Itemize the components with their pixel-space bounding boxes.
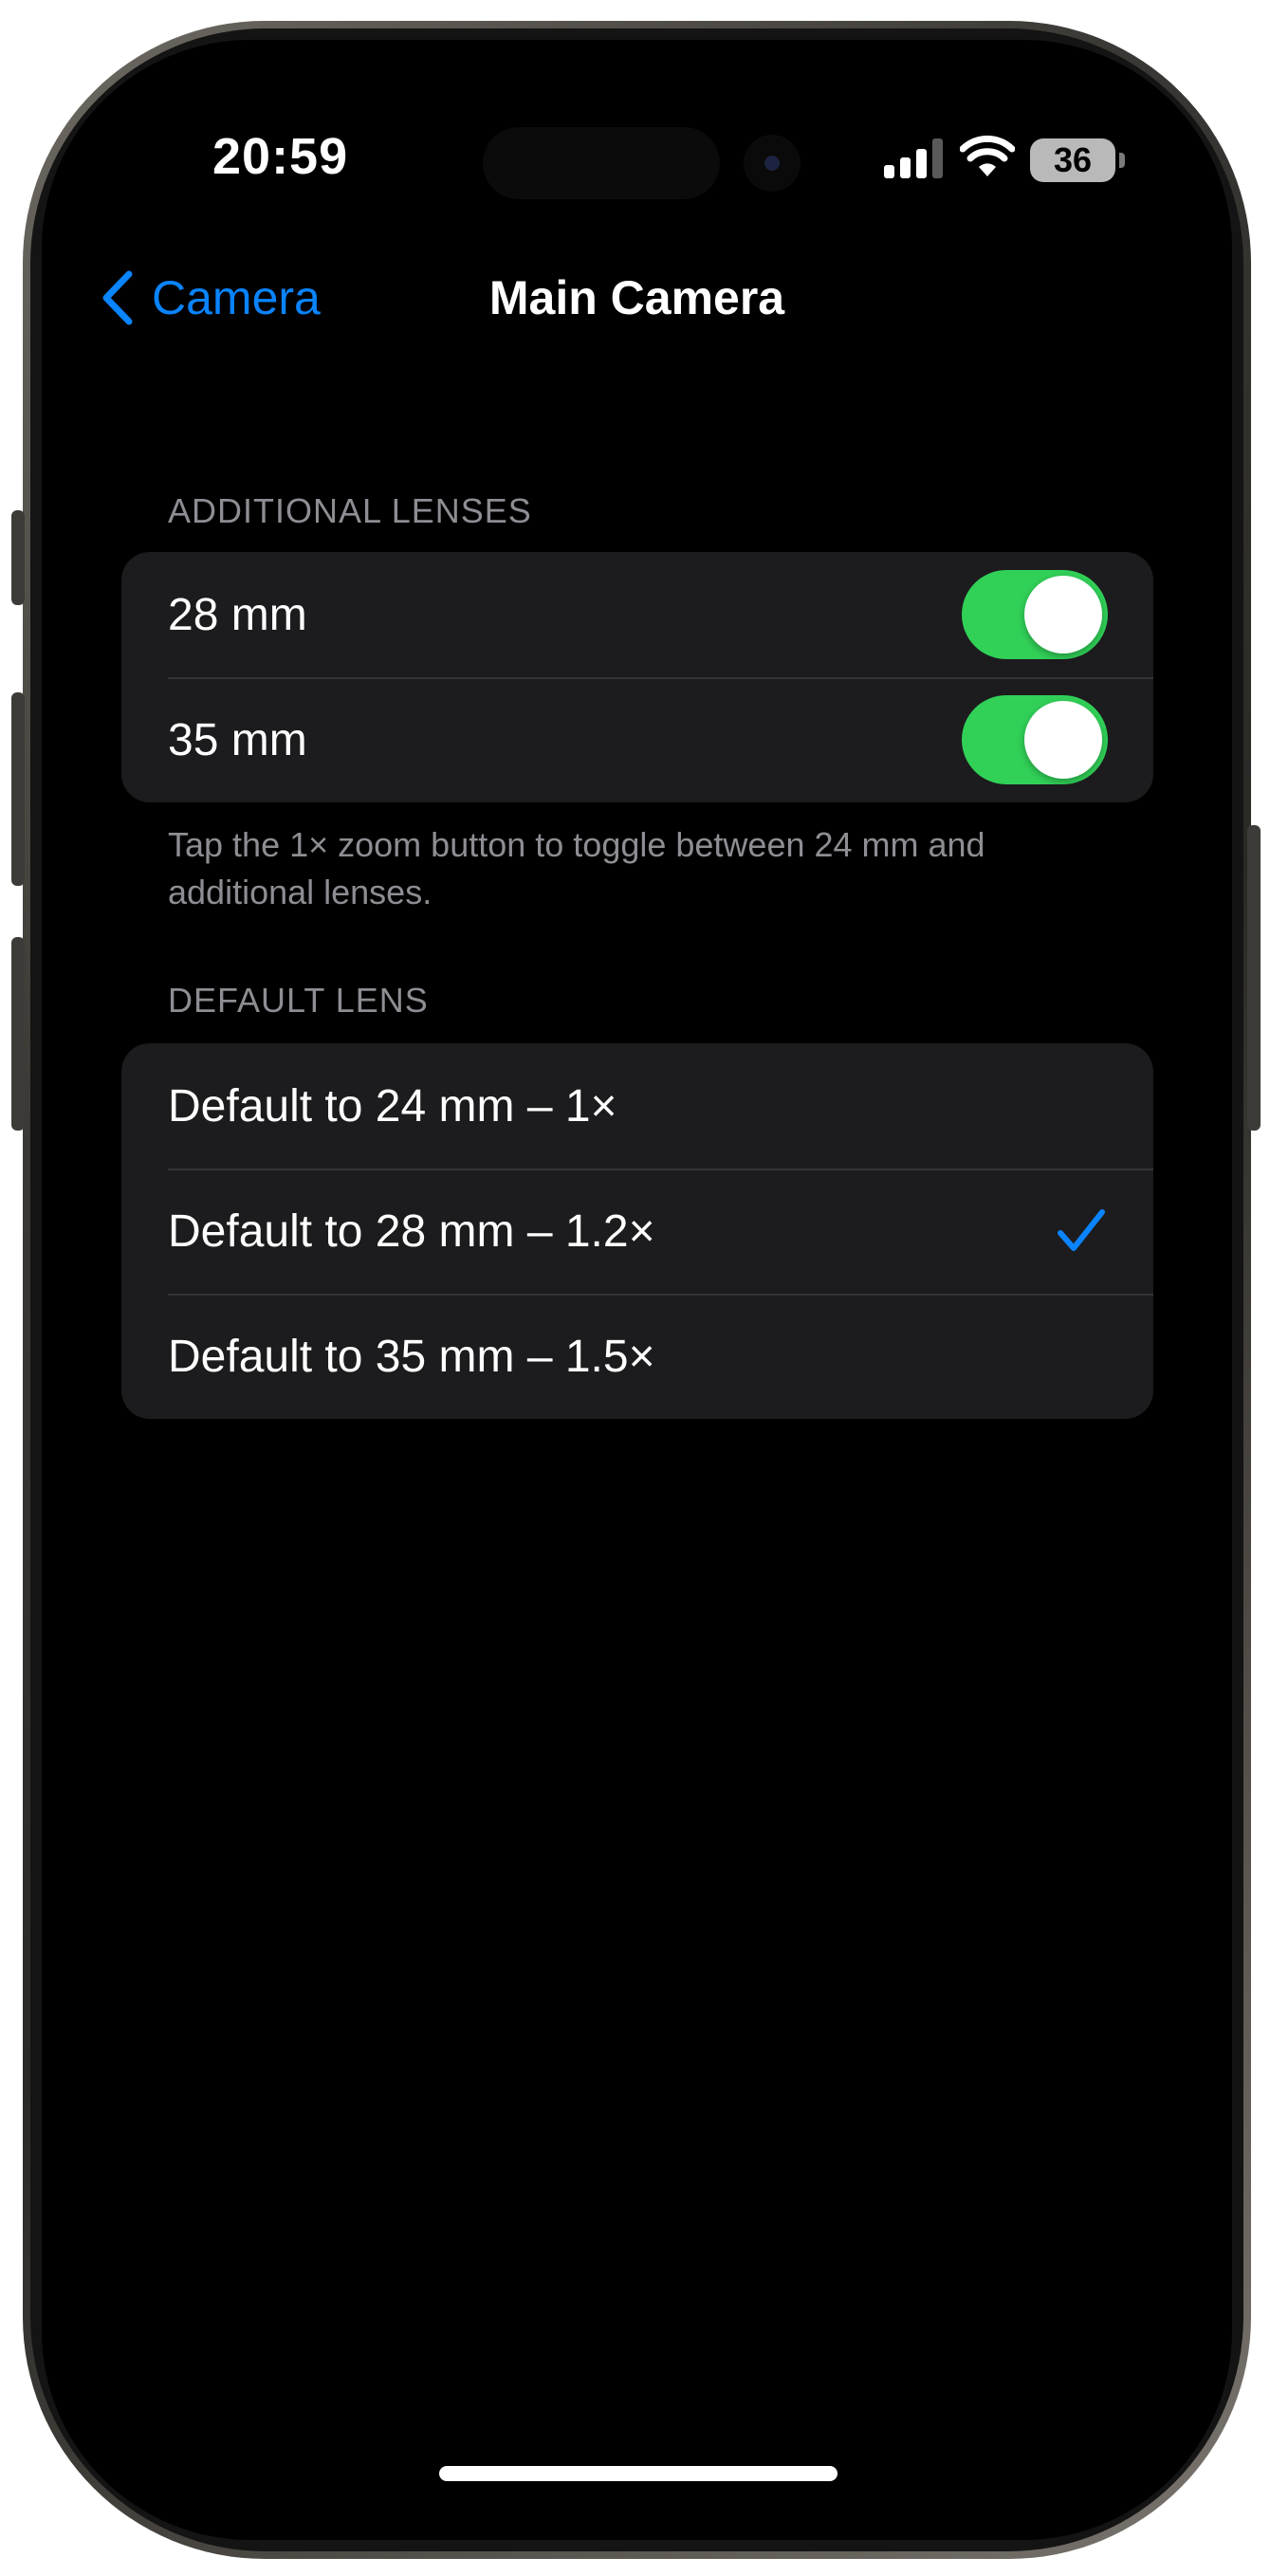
volume-up-button <box>11 692 25 886</box>
battery-level: 36 <box>1053 140 1093 179</box>
volume-down-button <box>11 937 25 1131</box>
toggle-35mm[interactable] <box>962 695 1108 784</box>
row-label: 35 mm <box>168 714 307 765</box>
dynamic-island <box>483 127 720 199</box>
toggle-knob <box>1024 576 1102 653</box>
option-default-28mm[interactable]: Default to 28 mm – 1.2× <box>121 1168 1153 1294</box>
additional-lenses-group: 28 mm 35 mm <box>121 552 1153 802</box>
section-header-additional-lenses: ADDITIONAL LENSES <box>168 491 532 530</box>
list-item-35mm: 35 mm <box>121 677 1153 802</box>
additional-lenses-footer: Tap the 1× zoom button to toggle between… <box>168 825 985 911</box>
battery-icon: 36 <box>1030 138 1125 182</box>
checkmark-icon <box>1058 1209 1105 1251</box>
signal-icon <box>884 138 943 178</box>
toggle-knob <box>1024 701 1102 779</box>
option-label: Default to 28 mm – 1.2× <box>168 1205 655 1257</box>
toggle-28mm[interactable] <box>962 570 1108 659</box>
wifi-icon <box>960 135 1015 176</box>
status-time: 20:59 <box>212 128 349 185</box>
option-label: Default to 24 mm – 1× <box>168 1080 617 1132</box>
section-header-default-lens: DEFAULT LENS <box>168 981 429 1020</box>
back-button[interactable]: Camera <box>99 260 321 336</box>
chevron-left-icon <box>102 270 133 325</box>
power-button <box>1247 825 1261 1131</box>
option-default-35mm[interactable]: Default to 35 mm – 1.5× <box>121 1294 1153 1419</box>
screen: 20:59 36 Main Camera Camera ADDITIONAL L… <box>42 40 1232 2540</box>
option-label: Default to 35 mm – 1.5× <box>168 1331 655 1382</box>
list-item-28mm: 28 mm <box>121 552 1153 677</box>
default-lens-group: Default to 24 mm – 1× Default to 28 mm –… <box>121 1043 1153 1419</box>
home-indicator[interactable] <box>439 2466 837 2481</box>
front-camera <box>744 135 801 192</box>
option-default-24mm[interactable]: Default to 24 mm – 1× <box>121 1043 1153 1168</box>
row-label: 28 mm <box>168 589 307 640</box>
back-button-label: Camera <box>152 271 321 324</box>
action-button <box>11 510 25 605</box>
